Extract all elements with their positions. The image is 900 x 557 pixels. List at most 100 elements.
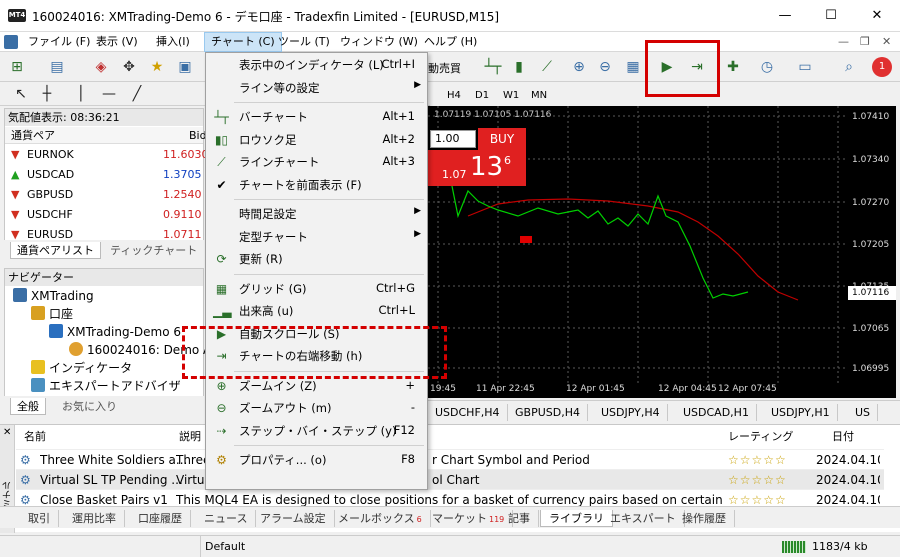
crosshair-icon[interactable]: ┼ xyxy=(36,83,58,105)
status-profile[interactable]: Default xyxy=(205,540,245,553)
menu-insert[interactable]: 挿入(I) xyxy=(150,32,196,52)
chart-tab[interactable]: USDJPY,H4 xyxy=(594,404,668,421)
terminal-tab[interactable]: 口座履歴 xyxy=(130,510,191,527)
terminal-tab[interactable]: 取引 xyxy=(20,510,59,527)
navigator-icon[interactable]: ★ xyxy=(146,56,168,78)
chart-tab[interactable]: US xyxy=(848,404,879,421)
market-watch-row[interactable]: ▲ USDCAD 1.3705 xyxy=(5,165,203,185)
terminal-tab[interactable]: アラーム設定 xyxy=(252,510,335,527)
zoom-out-icon[interactable]: ⊖ xyxy=(594,56,616,78)
menu-item-shortcut: + xyxy=(405,377,415,392)
terminal-close-icon[interactable]: ✕ xyxy=(3,427,11,438)
menu-chart[interactable]: チャート (C) xyxy=(204,32,282,52)
menu-item[interactable]: ⊖ ズームアウト (m) - xyxy=(206,397,427,419)
nav-item-server[interactable]: XMTrading-Demo 6 xyxy=(49,323,181,341)
market-watch-icon[interactable]: ◈ xyxy=(90,56,112,78)
col-rating[interactable]: レーティング xyxy=(728,429,793,445)
terminal-tab[interactable]: ニュース xyxy=(196,510,257,527)
col-bid[interactable]: Bid xyxy=(189,127,207,144)
col-date[interactable]: 日付 xyxy=(832,429,854,445)
market-watch-row[interactable]: ▼ USDCHF 0.9110 xyxy=(5,205,203,225)
terminal-tab[interactable]: 操作履歴 xyxy=(674,510,735,527)
tab-general[interactable]: 全般 xyxy=(10,398,46,415)
terminal-tab[interactable]: メールボックス 6 xyxy=(330,510,431,527)
price-chart[interactable]: 1.07119 1.07105 1.07116 1.07410 1.07340 1.… xyxy=(428,106,896,398)
menu-item[interactable]: 時間足設定 ▶ xyxy=(206,203,427,225)
col-description[interactable]: 説明 xyxy=(179,429,201,445)
search-icon[interactable]: ⌕ xyxy=(838,56,860,78)
menu-help[interactable]: ヘルプ (H) xyxy=(418,32,483,52)
data-window-icon[interactable]: ✥ xyxy=(118,56,140,78)
menu-item[interactable]: 表示中のインディケータ (L) Ctrl+I xyxy=(206,54,427,76)
periods-icon[interactable]: ◷ xyxy=(756,56,778,78)
status-bar: Default 1183/4 kb xyxy=(0,535,900,557)
menu-view[interactable]: 表示 (V) xyxy=(90,32,144,52)
zoom-in-icon[interactable]: ⊕ xyxy=(568,56,590,78)
time-tick: 12 Apr 01:45 xyxy=(566,384,625,394)
trendline-icon[interactable]: ╱ xyxy=(126,83,148,105)
menu-item[interactable]: ⟋ ラインチャート Alt+3 xyxy=(206,151,427,173)
menu-item[interactable]: ⚙ プロパティ... (o) F8 xyxy=(206,449,427,471)
menu-tools[interactable]: ツール (T) xyxy=(272,32,336,52)
chart-tab[interactable]: GBPUSD,H4 xyxy=(508,404,588,421)
mdi-close-icon[interactable]: ✕ xyxy=(882,35,891,48)
menu-item[interactable]: ▦ グリッド (G) Ctrl+G xyxy=(206,278,427,300)
nav-item-xmtrading[interactable]: XMTrading xyxy=(13,287,94,305)
chart-tab[interactable]: USDJPY,H1 xyxy=(764,404,838,421)
tab-tick-chart[interactable]: ティックチャート xyxy=(104,242,203,259)
profiles-icon[interactable]: ▤ xyxy=(46,56,68,78)
menu-item[interactable]: ✔ チャートを前面表示 (F) xyxy=(206,174,427,196)
col-name[interactable]: 名前 xyxy=(24,429,46,445)
market-watch-row[interactable]: ▼ GBPUSD 1.2540 xyxy=(5,185,203,205)
templates-icon[interactable]: ▭ xyxy=(794,56,816,78)
buy-price-panel[interactable]: 1.07 13 6 xyxy=(428,150,526,186)
candlestick-icon[interactable]: ▮ xyxy=(508,56,530,78)
horizontal-line-icon[interactable]: — xyxy=(98,83,120,105)
close-button[interactable]: ✕ xyxy=(854,0,900,32)
maximize-button[interactable]: ☐ xyxy=(808,0,854,32)
chart-tab[interactable]: USDCHF,H4 xyxy=(428,404,508,421)
menu-item[interactable]: ⟳ 更新 (R) xyxy=(206,248,427,270)
cursor-icon[interactable]: ↖ xyxy=(10,83,32,105)
new-chart-icon[interactable]: ⊞ xyxy=(6,56,28,78)
tab-favorites[interactable]: お気に入り xyxy=(56,398,123,415)
timeframe-mn[interactable]: MN xyxy=(526,87,552,105)
chart-tab[interactable]: USDCAD,H1 xyxy=(676,404,757,421)
timeframe-h4[interactable]: H4 xyxy=(442,87,466,105)
timeframe-d1[interactable]: D1 xyxy=(470,87,494,105)
menu-item[interactable]: ▮▯ ロウソク足 Alt+2 xyxy=(206,129,427,151)
menu-item[interactable]: 定型チャート ▶ xyxy=(206,226,427,248)
menu-item[interactable]: ▁▃ 出来高 (u) Ctrl+L xyxy=(206,300,427,322)
table-row[interactable]: ⚙ Virtual SL TP Pending ... Virtu ol Chart ☆… xyxy=(16,469,884,489)
menu-item[interactable]: ┴┬ バーチャート Alt+1 xyxy=(206,106,427,128)
bar-chart-icon[interactable]: ┴┬ xyxy=(482,56,504,78)
col-symbol[interactable]: 通貨ペア xyxy=(11,127,55,144)
vertical-line-icon[interactable]: │ xyxy=(70,83,92,105)
menu-item[interactable]: ライン等の設定 ▶ xyxy=(206,77,427,99)
nav-item-experts[interactable]: エキスパートアドバイザ xyxy=(31,377,181,395)
terminal-tab[interactable]: 記事 xyxy=(500,510,539,527)
menu-item-label: グリッド (G) xyxy=(239,281,307,296)
mdi-minimize-icon[interactable]: — xyxy=(838,35,849,48)
terminal-icon[interactable]: ▣ xyxy=(174,56,196,78)
notifications-icon[interactable]: 1 xyxy=(872,57,892,77)
terminal-tab[interactable]: エキスパート xyxy=(602,510,685,527)
timeframe-w1[interactable]: W1 xyxy=(498,87,524,105)
menu-item[interactable]: ⇢ ステップ・バイ・ステップ (y) F12 xyxy=(206,420,427,442)
autotrading-label[interactable]: 動売買 xyxy=(428,60,461,76)
table-row[interactable]: ⚙ Three White Soldiers a... Three r Chart S… xyxy=(16,449,884,469)
nav-item-accounts[interactable]: 口座 xyxy=(31,305,73,323)
nav-item-indicators[interactable]: インディケータ xyxy=(31,359,132,377)
tile-windows-icon[interactable]: ▦ xyxy=(622,56,644,78)
buy-button[interactable]: BUY xyxy=(478,128,526,150)
market-watch-row[interactable]: ▼ EURNOK 11.6030 xyxy=(5,145,209,165)
menu-file[interactable]: ファイル (F) xyxy=(22,32,96,52)
lot-size-input[interactable]: 1.00 xyxy=(430,130,476,148)
minimize-button[interactable]: — xyxy=(762,0,808,32)
tab-symbols[interactable]: 通貨ペアリスト xyxy=(10,242,101,259)
menu-window[interactable]: ウィンドウ (W) xyxy=(334,32,424,52)
mdi-restore-icon[interactable]: ❐ xyxy=(860,35,870,48)
line-chart-icon[interactable]: ⟋ xyxy=(536,56,558,78)
terminal-tab[interactable]: 運用比率 xyxy=(64,510,125,527)
indicators-icon[interactable]: ✚ xyxy=(722,56,744,78)
